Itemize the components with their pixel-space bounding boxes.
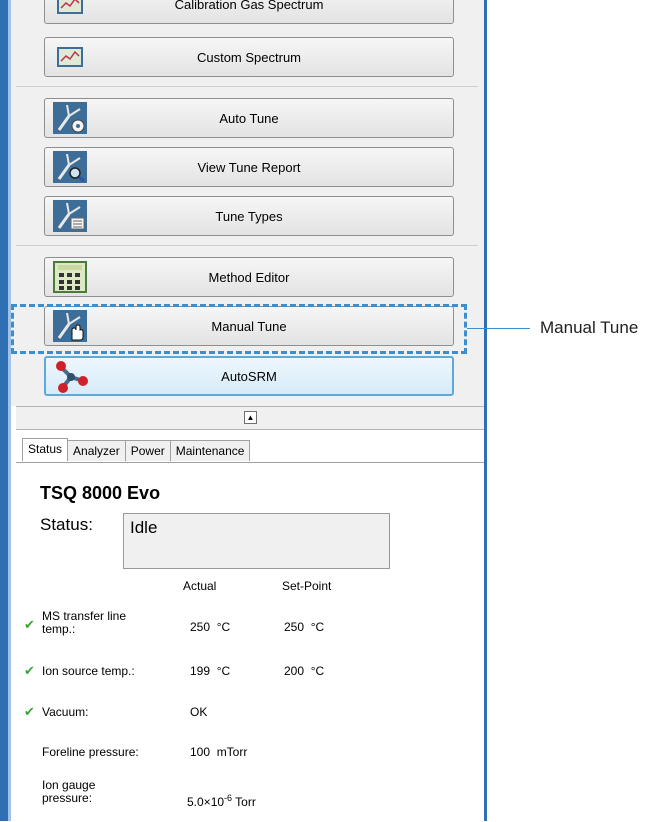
- manual-tune-highlight: [11, 304, 467, 354]
- tab-status[interactable]: Status: [22, 438, 69, 461]
- ion-gauge-value-base: 5.0×10: [187, 795, 225, 809]
- tab-maintenance[interactable]: Maintenance: [169, 440, 251, 461]
- transfer-line-label: MS transfer line temp.:: [42, 610, 126, 636]
- separator: [16, 245, 478, 246]
- ion-gauge-label-line2: pressure:: [42, 791, 93, 805]
- window-frame-left: [0, 0, 8, 821]
- tab-analyzer[interactable]: Analyzer: [67, 440, 126, 461]
- column-actual-header: Actual: [183, 579, 217, 593]
- view-tune-report-label: View Tune Report: [197, 159, 301, 175]
- window-frame-right: [484, 0, 487, 821]
- tune-types-button[interactable]: Tune Types: [44, 196, 454, 236]
- ion-gauge-actual: 5.0×10-6 Torr: [187, 793, 256, 809]
- ion-gauge-label: Ion gauge pressure:: [42, 779, 95, 805]
- auto-tune-label: Auto Tune: [219, 110, 279, 126]
- transfer-line-label-line2: temp.:: [42, 622, 76, 636]
- custom-spectrum-button[interactable]: Custom Spectrum: [44, 37, 454, 77]
- instrument-name: TSQ 8000 Evo: [40, 483, 161, 503]
- autosrm-label: AutoSRM: [221, 368, 277, 384]
- vacuum-actual: OK: [190, 705, 208, 719]
- transfer-line-setpoint: 250 °C: [284, 620, 325, 634]
- separator: [16, 86, 478, 87]
- autosrm-button[interactable]: AutoSRM: [44, 356, 454, 396]
- check-icon: ✔: [24, 704, 35, 719]
- method-editor-button[interactable]: Method Editor: [44, 257, 454, 297]
- vacuum-label: Vacuum:: [42, 705, 89, 719]
- method-editor-label: Method Editor: [208, 269, 290, 285]
- tab-bar: Status Analyzer Power Maintenance: [22, 438, 251, 462]
- ion-source-setpoint: 200 °C: [284, 664, 325, 678]
- auto-tune-button[interactable]: Auto Tune: [44, 98, 454, 138]
- status-label: Status:: [40, 515, 93, 534]
- calibration-label: Calibration Gas Spectrum: [174, 0, 324, 12]
- ion-gauge-value-exponent: -6: [224, 793, 233, 803]
- ion-source-label: Ion source temp.:: [42, 664, 135, 678]
- chevron-up-icon[interactable]: ▲: [244, 411, 257, 424]
- tab-power[interactable]: Power: [124, 440, 171, 461]
- view-tune-report-button[interactable]: View Tune Report: [44, 147, 454, 187]
- calibration-gas-spectrum-button[interactable]: Calibration Gas Spectrum: [44, 0, 454, 24]
- check-icon: ✔: [24, 617, 35, 632]
- transfer-line-actual: 250 °C: [190, 620, 231, 634]
- foreline-actual: 100 mTorr: [190, 745, 248, 759]
- check-icon: ✔: [24, 663, 35, 678]
- column-setpoint-header: Set-Point: [282, 579, 332, 593]
- callout-label: Manual Tune: [540, 318, 639, 337]
- ion-source-actual: 199 °C: [190, 664, 231, 678]
- tune-types-label: Tune Types: [215, 208, 283, 224]
- status-value: Idle: [123, 513, 390, 569]
- ion-gauge-value-unit: Torr: [232, 795, 256, 809]
- foreline-label: Foreline pressure:: [42, 745, 139, 759]
- custom-spectrum-label: Custom Spectrum: [196, 49, 302, 65]
- callout-leader-line: [467, 328, 530, 329]
